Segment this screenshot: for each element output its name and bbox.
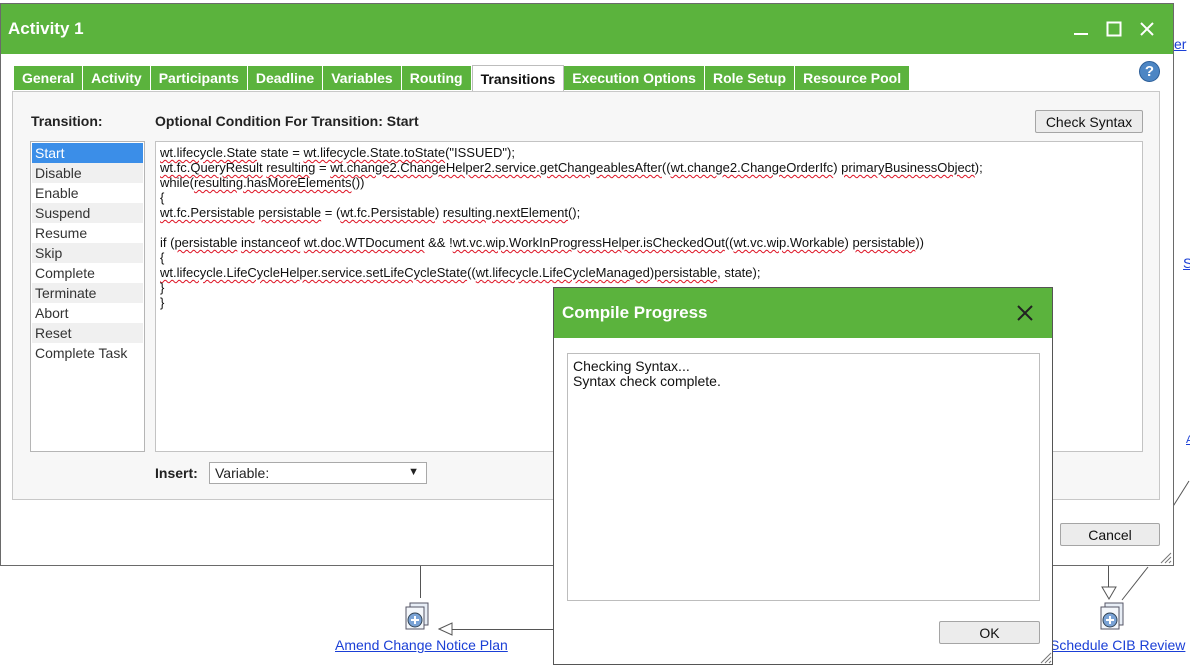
transition-heading: Transition:: [31, 113, 103, 129]
tab-deadline[interactable]: Deadline: [247, 66, 324, 90]
activity-node-icon[interactable]: [402, 602, 436, 636]
transition-item[interactable]: Complete Task: [32, 343, 143, 363]
node-link-amend[interactable]: Amend Change Notice Plan: [335, 637, 508, 653]
close-button[interactable]: [1130, 14, 1163, 44]
transition-item[interactable]: Start: [32, 143, 143, 163]
arrow-down-icon: [1101, 586, 1117, 600]
transition-item[interactable]: Suspend: [32, 203, 143, 223]
code-line: while(resulting.hasMoreElements()): [160, 175, 365, 190]
compile-progress-dialog: Compile Progress Checking Syntax... Synt…: [553, 287, 1053, 665]
tab-resource-pool[interactable]: Resource Pool: [795, 66, 911, 90]
insert-select-value: Variable:: [215, 465, 270, 481]
compile-output-line: Checking Syntax...: [573, 358, 690, 374]
transition-item[interactable]: Resume: [32, 223, 143, 243]
maximize-icon: [1106, 21, 1121, 37]
resize-grip-icon[interactable]: [1038, 650, 1052, 664]
transition-item[interactable]: Abort: [32, 303, 143, 323]
code-line: wt.lifecycle.LifeCycleHelper.service.set…: [160, 265, 761, 280]
close-icon: [1139, 22, 1154, 36]
compile-output: Checking Syntax... Syntax check complete…: [567, 353, 1040, 601]
chevron-down-icon: ▼: [408, 466, 419, 478]
node-link-partial[interactable]: er: [1174, 36, 1186, 52]
tab-participants[interactable]: Participants: [150, 66, 248, 90]
tab-transitions[interactable]: Transitions: [471, 65, 565, 91]
code-line: if (persistable instanceof wt.doc.WTDocu…: [160, 235, 925, 250]
code-line: wt.fc.Persistable persistable = (wt.fc.P…: [160, 205, 581, 220]
edge-line: [420, 566, 421, 598]
transition-item[interactable]: Enable: [32, 183, 143, 203]
node-link-schedule[interactable]: Schedule CIB Review: [1050, 637, 1185, 653]
dialog-titlebar[interactable]: Activity 1: [1, 4, 1173, 54]
code-line: wt.fc.QueryResult resulting = wt.change2…: [160, 160, 983, 175]
tab-routing[interactable]: Routing: [401, 66, 472, 90]
edge-diagonal: [1121, 566, 1149, 601]
insert-label: Insert:: [155, 465, 198, 481]
compile-titlebar[interactable]: Compile Progress: [554, 288, 1052, 338]
transition-item[interactable]: Terminate: [32, 283, 143, 303]
arrow-left-icon: [438, 622, 453, 636]
compile-close-button[interactable]: [1010, 298, 1040, 328]
code-line: wt.lifecycle.State state = wt.lifecycle.…: [160, 145, 515, 160]
activity-node-icon[interactable]: [1097, 602, 1131, 636]
maximize-button[interactable]: [1097, 14, 1130, 44]
ok-button[interactable]: OK: [939, 621, 1040, 644]
tab-execution-options[interactable]: Execution Options: [564, 66, 705, 90]
tab-general[interactable]: General: [14, 66, 84, 90]
minimize-button[interactable]: [1064, 14, 1097, 44]
edge-line: [1108, 566, 1109, 588]
compile-title: Compile Progress: [562, 303, 708, 322]
resize-grip-icon[interactable]: [1158, 550, 1172, 564]
transition-item[interactable]: Complete: [32, 263, 143, 283]
transition-item[interactable]: Reset: [32, 323, 143, 343]
tab-variables[interactable]: Variables: [323, 66, 402, 90]
close-icon: [1017, 305, 1033, 321]
dialog-title: Activity 1: [8, 19, 84, 38]
transition-list[interactable]: Start Disable Enable Suspend Resume Skip Compl…: [30, 141, 145, 452]
code-line: {: [160, 190, 165, 205]
node-link-partial[interactable]: A: [1186, 434, 1190, 446]
condition-heading: Optional Condition For Transition: Start: [155, 113, 419, 129]
minimize-icon: [1073, 33, 1088, 35]
node-link-partial[interactable]: S: [1183, 255, 1190, 271]
cancel-button[interactable]: Cancel: [1060, 523, 1160, 546]
tab-role-setup[interactable]: Role Setup: [704, 66, 796, 90]
tab-activity[interactable]: Activity: [83, 66, 151, 90]
help-icon[interactable]: ?: [1139, 61, 1160, 82]
tab-bar: General Activity Participants Deadline Varia…: [14, 65, 911, 91]
transition-item[interactable]: Disable: [32, 163, 143, 183]
edge-line: [452, 629, 553, 630]
code-line: {: [160, 250, 165, 265]
compile-output-line: Syntax check complete.: [573, 373, 721, 389]
insert-select[interactable]: Variable: ▼: [209, 462, 427, 484]
transition-item[interactable]: Skip: [32, 243, 143, 263]
check-syntax-button[interactable]: Check Syntax: [1035, 110, 1143, 133]
